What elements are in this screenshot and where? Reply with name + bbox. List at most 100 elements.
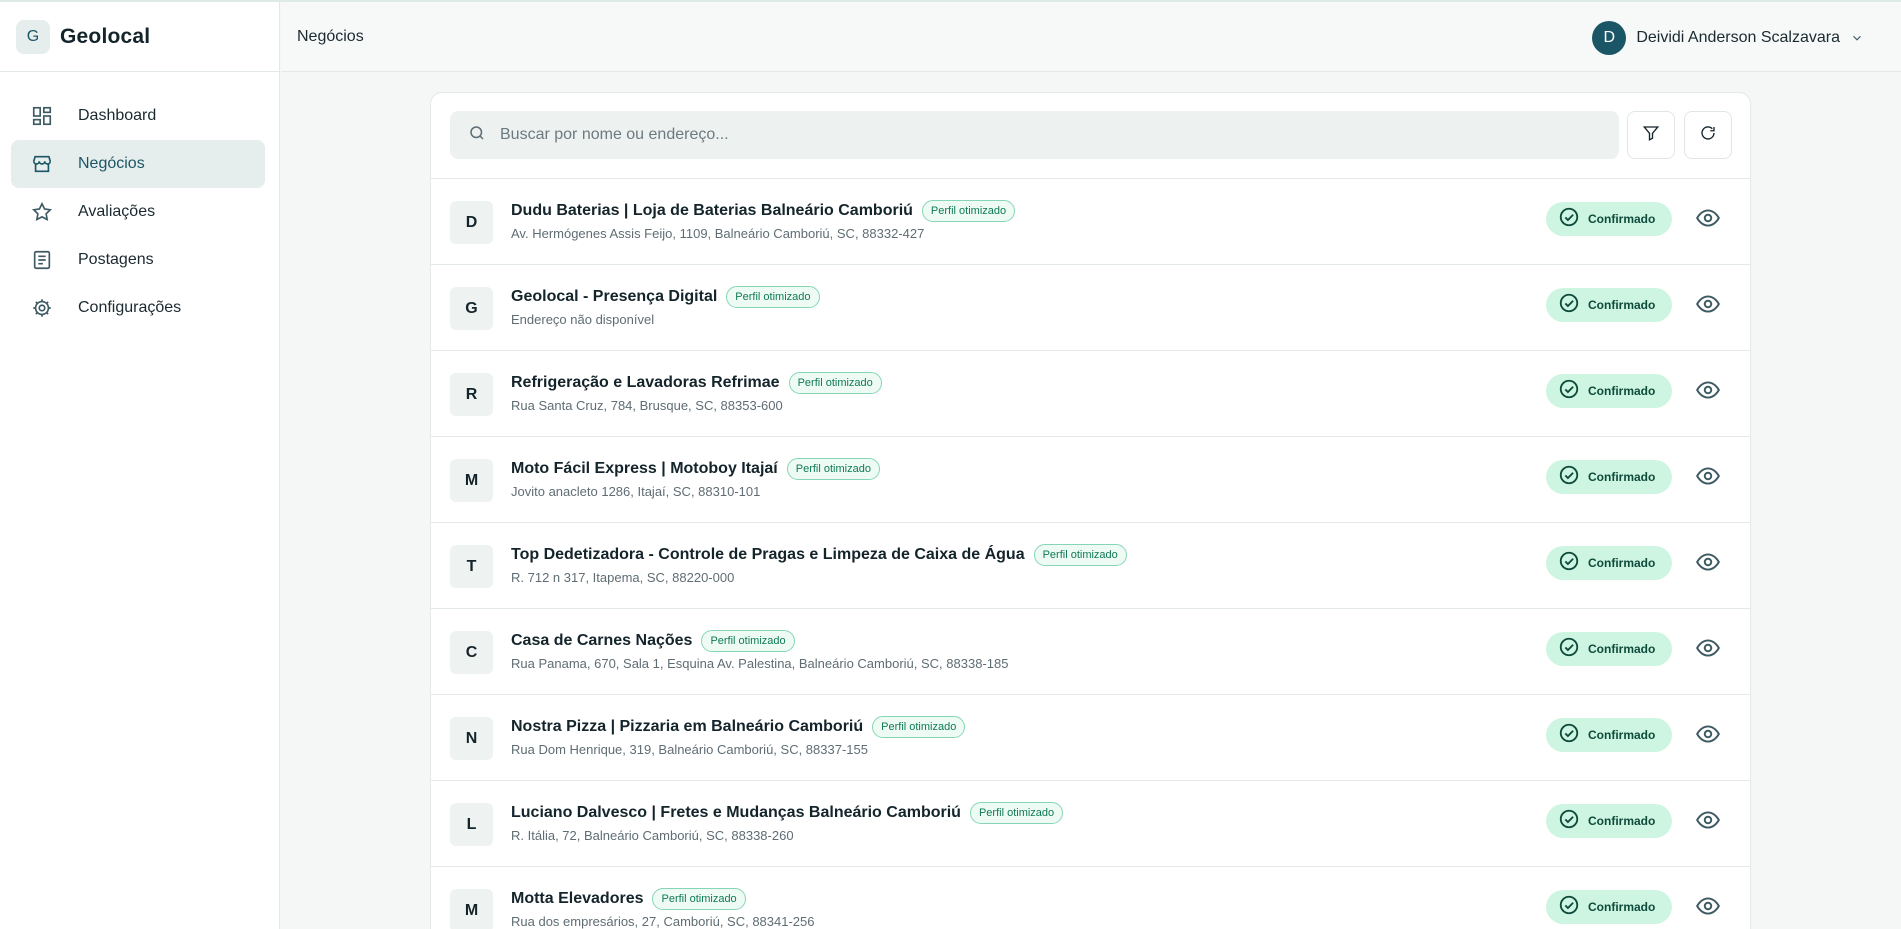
- sidebar-nav: Dashboard Negócios Avaliações Postagens …: [0, 72, 279, 332]
- view-button[interactable]: [1693, 807, 1723, 837]
- status-text: Confirmado: [1588, 814, 1656, 828]
- view-button[interactable]: [1693, 721, 1723, 751]
- view-button[interactable]: [1693, 291, 1723, 321]
- search-box[interactable]: [450, 111, 1619, 159]
- business-info: Casa de Carnes Nações Perfil otimizado R…: [511, 629, 1008, 671]
- check-circle-icon: [1558, 808, 1580, 835]
- eye-icon: [1695, 463, 1721, 494]
- sidebar-item-negocios[interactable]: Negócios: [11, 140, 265, 188]
- business-info: Motta Elevadores Perfil otimizado Rua do…: [511, 887, 815, 929]
- business-name: Moto Fácil Express | Motoboy Itajaí: [511, 460, 778, 477]
- business-initial: D: [450, 201, 493, 244]
- status-badge: Confirmado: [1546, 890, 1672, 924]
- business-name: Luciano Dalvesco | Fretes e Mudanças Bal…: [511, 804, 961, 821]
- profile-badge: Perfil otimizado: [788, 372, 882, 394]
- check-circle-icon: [1558, 464, 1580, 491]
- eye-icon: [1695, 893, 1721, 924]
- status-text: Confirmado: [1588, 642, 1656, 656]
- business-name: Casa de Carnes Nações: [511, 632, 693, 649]
- business-name-line: Dudu Baterias | Loja de Baterias Balneár…: [511, 199, 1016, 223]
- business-address: Rua Santa Cruz, 784, Brusque, SC, 88353-…: [511, 398, 783, 413]
- brand-logo: G: [16, 19, 50, 54]
- eye-icon: [1695, 721, 1721, 752]
- profile-badge: Perfil otimizado: [969, 802, 1064, 824]
- view-button[interactable]: [1693, 463, 1723, 493]
- refresh-button[interactable]: [1684, 111, 1732, 159]
- view-button[interactable]: [1693, 893, 1723, 923]
- status-badge: Confirmado: [1546, 288, 1672, 322]
- business-row[interactable]: G Geolocal - Presença Digital Perfil oti…: [431, 265, 1750, 351]
- business-name-line: Refrigeração e Lavadoras Refrimae Perfil…: [511, 371, 882, 395]
- sidebar-item-label: Postagens: [78, 251, 154, 268]
- business-initial: N: [450, 717, 493, 760]
- business-initial: M: [450, 889, 493, 929]
- business-row[interactable]: C Casa de Carnes Nações Perfil otimizado…: [431, 609, 1750, 695]
- search-bar: [431, 93, 1750, 179]
- status-text: Confirmado: [1588, 728, 1656, 742]
- business-name: Refrigeração e Lavadoras Refrimae: [511, 374, 780, 391]
- view-button[interactable]: [1693, 549, 1723, 579]
- page-title: Negócios: [297, 27, 364, 45]
- business-address: Endereço não disponível: [511, 312, 655, 327]
- check-circle-icon: [1558, 378, 1580, 405]
- view-button[interactable]: [1693, 205, 1723, 235]
- business-initial: M: [450, 459, 493, 502]
- status-text: Confirmado: [1588, 384, 1656, 398]
- business-name-line: Top Dedetizadora - Controle de Pragas e …: [511, 543, 1127, 567]
- business-address: Jovito anacleto 1286, Itajaí, SC, 88310-…: [511, 484, 761, 499]
- sidebar-item-label: Dashboard: [78, 107, 157, 124]
- business-list-card: D Dudu Baterias | Loja de Baterias Balne…: [430, 92, 1751, 929]
- business-initial: G: [450, 287, 493, 330]
- check-circle-icon: [1558, 292, 1580, 319]
- business-address: R. Itália, 72, Balneário Camboriú, SC, 8…: [511, 828, 794, 843]
- avatar: D: [1592, 21, 1627, 55]
- sidebar-item-dashboard[interactable]: Dashboard: [11, 92, 265, 140]
- business-initial: T: [450, 545, 493, 588]
- status-text: Confirmado: [1588, 298, 1656, 312]
- business-row[interactable]: N Nostra Pizza | Pizzaria em Balneário C…: [431, 695, 1750, 781]
- check-circle-icon: [1558, 550, 1580, 577]
- status-badge: Confirmado: [1546, 718, 1672, 752]
- sidebar-item-postagens[interactable]: Postagens: [11, 236, 265, 284]
- brand[interactable]: G Geolocal: [0, 2, 279, 72]
- business-info: Moto Fácil Express | Motoboy Itajaí Perf…: [511, 457, 880, 499]
- business-initial: L: [450, 803, 493, 846]
- status-badge: Confirmado: [1546, 632, 1672, 666]
- filter-button[interactable]: [1627, 111, 1675, 159]
- status-text: Confirmado: [1588, 212, 1656, 226]
- business-row[interactable]: T Top Dedetizadora - Controle de Pragas …: [431, 523, 1750, 609]
- view-button[interactable]: [1693, 377, 1723, 407]
- sidebar-item-configuracoes[interactable]: Configurações: [11, 284, 265, 332]
- check-circle-icon: [1558, 636, 1580, 663]
- chevron-down-icon: [1850, 31, 1864, 45]
- business-info: Nostra Pizza | Pizzaria em Balneário Cam…: [511, 715, 966, 757]
- business-row[interactable]: M Moto Fácil Express | Motoboy Itajaí Pe…: [431, 437, 1750, 523]
- business-info: Top Dedetizadora - Controle de Pragas e …: [511, 543, 1127, 585]
- business-row[interactable]: L Luciano Dalvesco | Fretes e Mudanças B…: [431, 781, 1750, 867]
- business-row[interactable]: R Refrigeração e Lavadoras Refrimae Perf…: [431, 351, 1750, 437]
- business-info: Geolocal - Presença Digital Perfil otimi…: [511, 285, 820, 327]
- business-name: Top Dedetizadora - Controle de Pragas e …: [511, 546, 1025, 563]
- user-menu[interactable]: D Deividi Anderson Scalzavara: [1592, 21, 1864, 55]
- business-name: Geolocal - Presença Digital: [511, 288, 718, 305]
- document-icon: [30, 248, 54, 272]
- sidebar-item-avaliacoes[interactable]: Avaliações: [11, 188, 265, 236]
- check-circle-icon: [1558, 894, 1580, 921]
- dashboard-icon: [30, 104, 54, 128]
- business-row[interactable]: M Motta Elevadores Perfil otimizado Rua …: [431, 867, 1750, 929]
- filter-icon: [1642, 124, 1660, 147]
- status-text: Confirmado: [1588, 900, 1656, 914]
- store-icon: [30, 152, 54, 176]
- search-input[interactable]: [500, 126, 1600, 144]
- view-button[interactable]: [1693, 635, 1723, 665]
- business-name-line: Moto Fácil Express | Motoboy Itajaí Perf…: [511, 457, 880, 481]
- sidebar-item-label: Configurações: [78, 299, 182, 316]
- business-address: Rua Dom Henrique, 319, Balneário Cambori…: [511, 742, 868, 757]
- status-badge: Confirmado: [1546, 202, 1672, 236]
- status-text: Confirmado: [1588, 556, 1656, 570]
- business-row[interactable]: D Dudu Baterias | Loja de Baterias Balne…: [431, 179, 1750, 265]
- search-icon: [468, 124, 486, 147]
- star-icon: [30, 200, 54, 224]
- business-name-line: Geolocal - Presença Digital Perfil otimi…: [511, 285, 820, 309]
- gear-icon: [30, 296, 54, 320]
